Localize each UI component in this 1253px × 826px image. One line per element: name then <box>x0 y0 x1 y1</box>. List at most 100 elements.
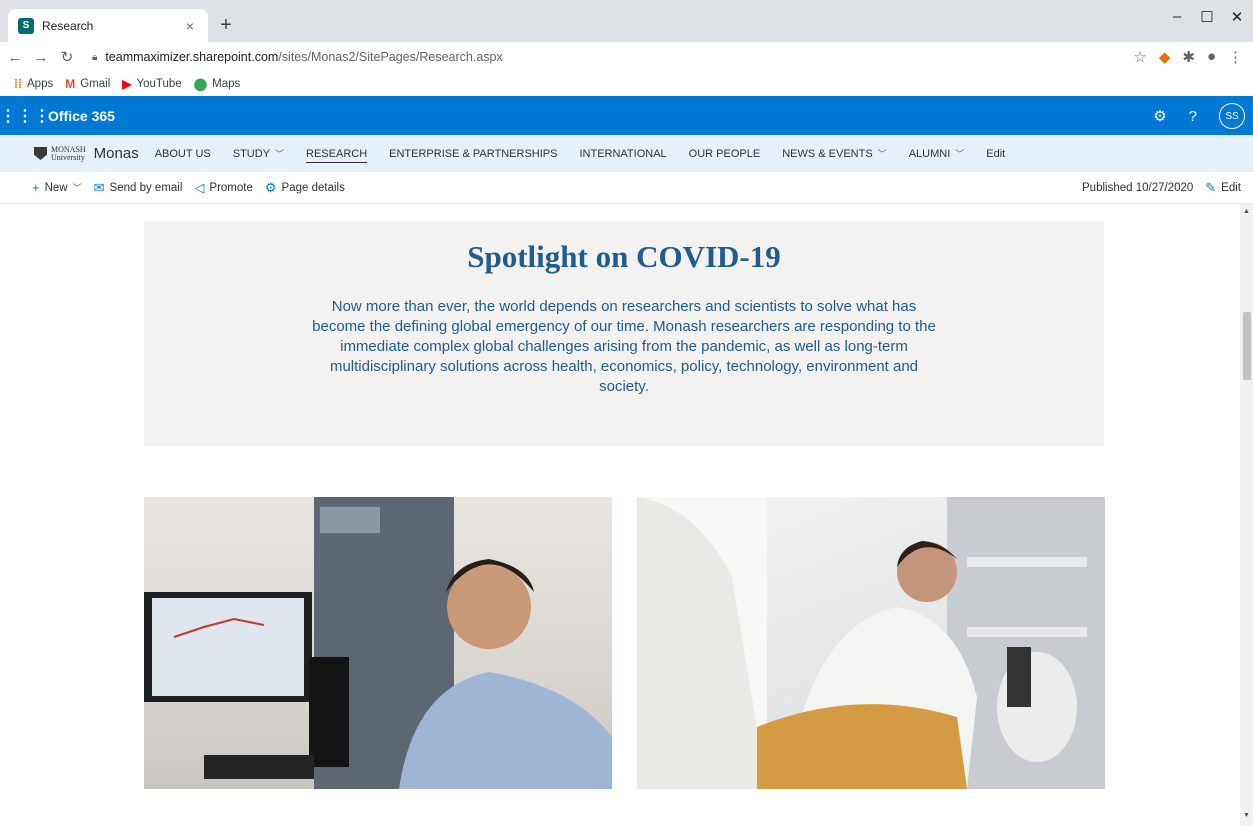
nav-item-international[interactable]: INTERNATIONAL <box>579 148 666 160</box>
bookmark-apps[interactable]: ⁞⁞ Apps <box>14 77 53 91</box>
lab-photo-illustration <box>637 497 1105 789</box>
spotlight-body: Now more than ever, the world depends on… <box>312 298 936 395</box>
menu-kebab-icon[interactable]: ⋮ <box>1228 48 1243 66</box>
nav-label: RESEARCH <box>306 147 368 160</box>
new-label: New <box>44 181 68 194</box>
nav-label: OUR PEOPLE <box>688 147 761 160</box>
reload-icon[interactable]: ↻ <box>56 48 78 66</box>
nav-item-study[interactable]: STUDY ﹀ <box>233 147 284 160</box>
gmail-icon: M <box>65 77 76 91</box>
command-bar: + New ﹀ ✉ Send by email ◁ Promote ⚙ Page… <box>0 172 1253 204</box>
profile-icon[interactable]: ● <box>1207 48 1216 66</box>
extension-icon[interactable]: ◆ <box>1159 48 1171 66</box>
youtube-icon: ▶ <box>122 77 132 91</box>
page-details-label: Page details <box>281 181 345 194</box>
edit-label: Edit <box>1221 182 1241 194</box>
researcher-photo-illustration <box>144 497 612 789</box>
back-arrow-icon[interactable]: ← <box>4 49 26 66</box>
suite-bar: ⋮⋮⋮ Office 365 ⚙ ? SS <box>0 96 1253 135</box>
nav-item-news-events[interactable]: NEWS & EVENTS ﹀ <box>782 147 886 160</box>
command-bar-right: Published 10/27/2020 ✎ Edit <box>1082 180 1241 196</box>
lock-icon: 🔒︎ <box>92 51 98 63</box>
nav-item-research[interactable]: RESEARCH <box>306 148 367 160</box>
page-details-button[interactable]: ⚙ Page details <box>265 180 345 196</box>
close-tab-icon[interactable]: × <box>182 18 198 34</box>
maximize-button[interactable]: ☐ <box>1192 8 1222 26</box>
forward-arrow-icon[interactable]: → <box>30 49 52 66</box>
url-field[interactable]: 🔒︎ teammaximizer.sharepoint.com/sites/Mo… <box>92 50 503 64</box>
scroll-up-arrow-icon[interactable]: ▲ <box>1242 208 1251 215</box>
tab-title: Research <box>42 18 94 33</box>
megaphone-icon: ◁ <box>194 179 205 195</box>
browser-toolbar-icons: ☆ ◆ ✱ ● ⋮ <box>1133 48 1243 66</box>
bookmark-label: YouTube <box>136 78 182 90</box>
send-by-email-label: Send by email <box>109 181 183 194</box>
edit-page-button[interactable]: ✎ Edit <box>1205 180 1241 196</box>
settings-gear-icon[interactable]: ⚙ <box>1153 107 1166 125</box>
promote-button[interactable]: ◁ Promote <box>194 180 252 196</box>
lab-scientists-image[interactable] <box>637 497 1105 789</box>
spotlight-title: Spotlight on COVID-19 <box>467 239 781 274</box>
chevron-down-icon: ﹀ <box>72 183 82 193</box>
sharepoint-favicon-icon: S <box>18 17 34 34</box>
apps-grid-icon: ⁞⁞ <box>14 77 22 91</box>
page-scrollbar[interactable]: ▲ ▼ <box>1240 204 1253 826</box>
logo-line2: University <box>51 152 85 162</box>
browser-tab[interactable]: S Research × <box>8 9 208 42</box>
gear-icon: ⚙ <box>264 179 277 195</box>
nav-edit-link[interactable]: Edit <box>986 148 1005 160</box>
nav-label: ENTERPRISE & PARTNERSHIPS <box>389 147 558 160</box>
site-navigation: MONASH University Monas ABOUT US STUDY ﹀ … <box>0 135 1253 172</box>
new-button[interactable]: + New ﹀ <box>32 180 82 195</box>
spotlight-banner: Spotlight on COVID-19 Now more than ever… <box>144 221 1104 446</box>
url-path: /sites/Monas2/SitePages/Research.aspx <box>278 50 503 64</box>
nav-item-enterprise-partnerships[interactable]: ENTERPRISE & PARTNERSHIPS <box>389 148 557 160</box>
send-by-email-button[interactable]: ✉ Send by email <box>94 180 183 196</box>
suite-right-actions: ⚙ ? SS <box>1153 103 1245 129</box>
site-name[interactable]: Monas <box>94 145 139 162</box>
minimize-button[interactable]: – <box>1162 8 1192 25</box>
site-logo[interactable]: MONASH University <box>34 145 86 162</box>
monash-shield-icon <box>34 147 47 160</box>
puzzle-extensions-icon[interactable]: ✱ <box>1182 48 1195 66</box>
nav-item-our-people[interactable]: OUR PEOPLE <box>689 148 761 160</box>
promote-label: Promote <box>209 181 253 194</box>
bookmarks-bar: ⁞⁞ Apps M Gmail ▶ YouTube ⬤ Maps <box>0 72 1253 96</box>
suite-app-name[interactable]: Office 365 <box>48 108 115 124</box>
browser-tab-strip: S Research × + – ☐ ✕ <box>0 0 1253 42</box>
mail-icon: ✉ <box>93 179 105 195</box>
bookmark-maps[interactable]: ⬤ Maps <box>194 77 241 91</box>
published-status: Published 10/27/2020 <box>1082 182 1194 194</box>
new-tab-button[interactable]: + <box>214 14 238 38</box>
close-window-button[interactable]: ✕ <box>1222 8 1252 26</box>
app-launcher-waffle-icon[interactable]: ⋮⋮⋮ <box>0 106 50 126</box>
pencil-icon: ✎ <box>1205 180 1217 195</box>
url-host: teammaximizer.sharepoint.com <box>105 50 279 64</box>
bookmark-label: Gmail <box>80 78 111 90</box>
address-bar-row: ← → ↻ 🔒︎ teammaximizer.sharepoint.com/si… <box>0 42 1253 72</box>
help-icon[interactable]: ? <box>1189 108 1197 125</box>
scroll-down-arrow-icon[interactable]: ▼ <box>1242 812 1251 819</box>
scrollbar-thumb[interactable] <box>1243 312 1251 380</box>
researcher-at-computer-image[interactable] <box>144 497 612 789</box>
nav-label: STUDY <box>232 147 271 160</box>
nav-label: INTERNATIONAL <box>579 147 667 160</box>
plus-icon: + <box>32 180 40 195</box>
logo-text: MONASH University <box>51 145 86 162</box>
bookmark-star-icon[interactable]: ☆ <box>1133 48 1146 66</box>
bookmark-label: Apps <box>27 78 54 90</box>
page-content: Spotlight on COVID-19 Now more than ever… <box>0 204 1240 826</box>
nav-item-about-us[interactable]: ABOUT US <box>155 148 211 160</box>
chevron-down-icon: ﹀ <box>955 149 965 159</box>
bookmark-youtube[interactable]: ▶ YouTube <box>122 77 181 91</box>
chevron-down-icon: ﹀ <box>275 149 285 159</box>
nav-label: ABOUT US <box>154 147 211 160</box>
bookmark-label: Maps <box>212 78 241 90</box>
maps-pin-icon: ⬤ <box>193 77 208 91</box>
bookmark-gmail[interactable]: M Gmail <box>65 77 110 91</box>
nav-label: NEWS & EVENTS <box>782 147 873 160</box>
nav-label: ALUMNI <box>908 147 951 160</box>
avatar[interactable]: SS <box>1219 103 1245 129</box>
nav-item-alumni[interactable]: ALUMNI ﹀ <box>909 147 965 160</box>
chevron-down-icon: ﹀ <box>877 149 887 159</box>
